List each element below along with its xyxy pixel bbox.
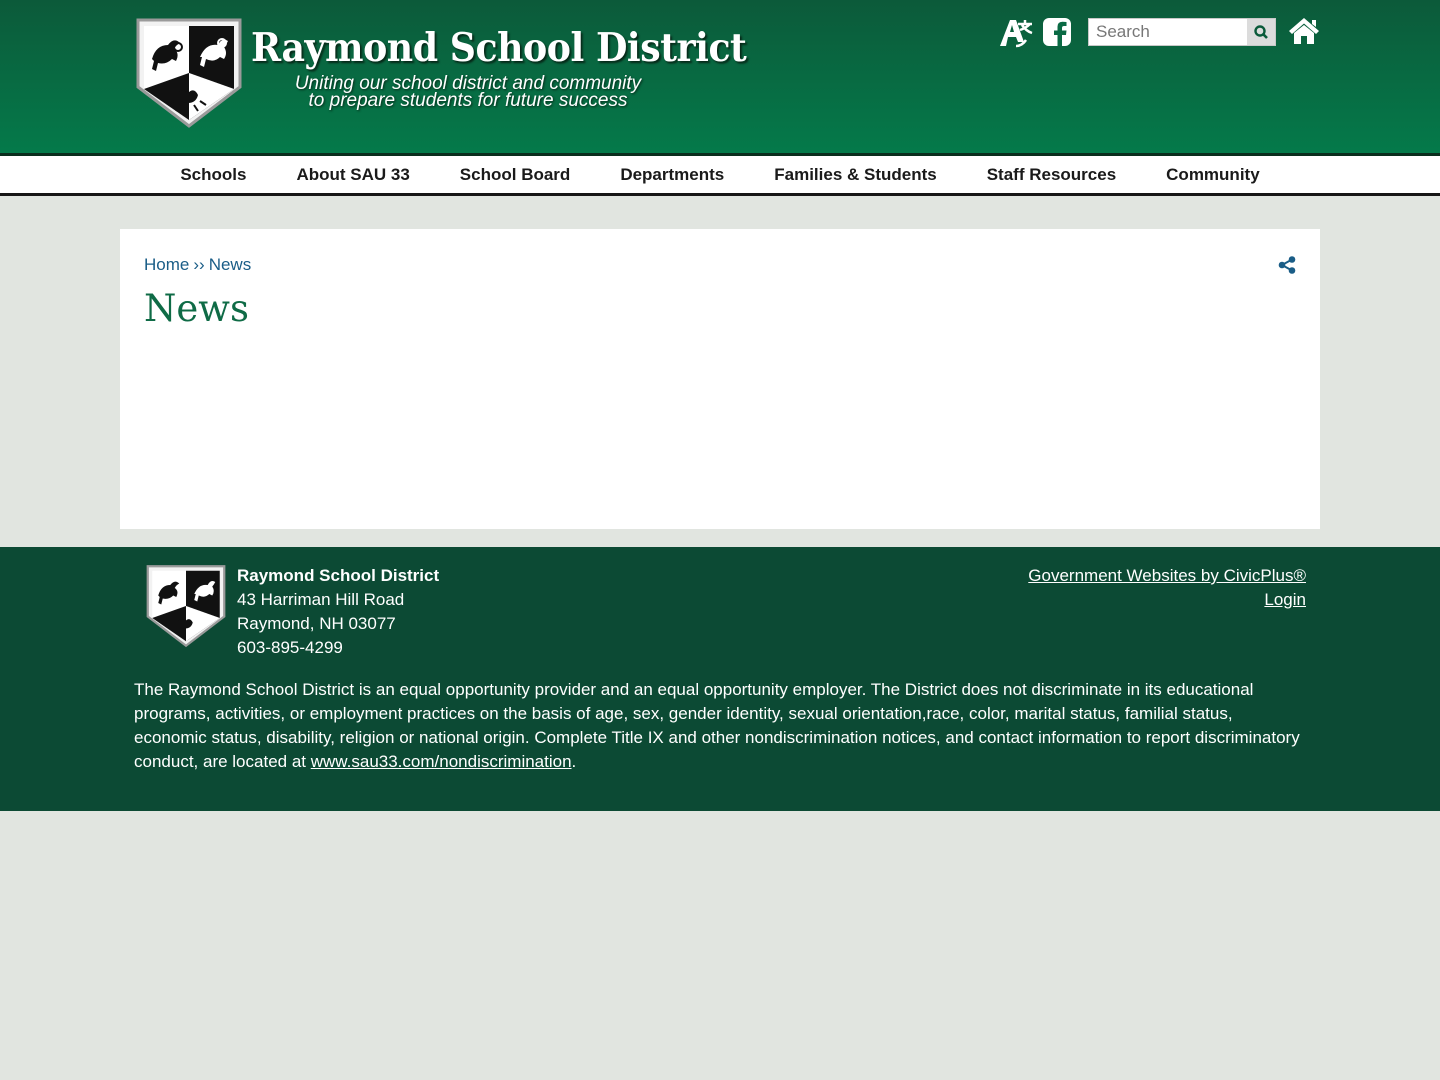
district-crest-icon [136,18,242,128]
site-footer: Raymond School District 43 Harriman Hill… [0,547,1440,811]
utility-bar [998,16,1320,48]
footer-address-line-2: Raymond, NH 03077 [237,614,396,633]
login-link[interactable]: Login [1028,588,1306,612]
footer-links: Government Websites by CivicPlus® Login [1028,564,1306,612]
content-panel: Home ›› News News [120,229,1320,529]
page-title: News [144,287,249,330]
nondiscrimination-link[interactable]: www.sau33.com/nondiscrimination [311,752,572,771]
footer-org-name: Raymond School District [237,566,440,585]
main-navigation: Schools About SAU 33 School Board Depart… [0,156,1440,196]
nav-item-community[interactable]: Community [1141,156,1285,193]
footer-phone: 603-895-4299 [237,638,343,657]
nav-item-school-board[interactable]: School Board [435,156,596,193]
nondiscrimination-notice: The Raymond School District is an equal … [134,678,1304,774]
breadcrumb: Home ›› News [144,255,251,275]
nav-item-about-sau-33[interactable]: About SAU 33 [271,156,434,193]
search-input[interactable] [1089,19,1247,45]
share-icon[interactable] [1277,255,1297,275]
nav-item-families-students[interactable]: Families & Students [749,156,961,193]
nav-item-schools[interactable]: Schools [155,156,271,193]
facebook-icon[interactable] [1042,17,1072,47]
footer-address-line-1: 43 Harriman Hill Road [237,590,405,609]
disclaimer-end: . [571,752,577,771]
search-button[interactable] [1247,19,1275,45]
breadcrumb-current-link[interactable]: News [209,255,252,274]
district-crest-footer-icon [146,565,226,648]
tagline-line-2: to prepare students for future success [308,90,628,111]
home-logo-link[interactable]: Raymond School District Uniting our scho… [134,17,747,129]
nav-item-staff-resources[interactable]: Staff Resources [962,156,1141,193]
nav-item-departments[interactable]: Departments [595,156,749,193]
civicplus-link[interactable]: Government Websites by CivicPlus® [1028,564,1306,588]
site-tagline: Uniting our school district and communit… [268,74,668,111]
site-header: Raymond School District Uniting our scho… [0,0,1440,154]
disclaimer-text: The Raymond School District is an equal … [134,680,1300,771]
footer-address: Raymond School District 43 Harriman Hill… [237,564,439,660]
breadcrumb-separator: ›› [193,255,205,274]
search-box [1088,18,1276,46]
breadcrumb-home-link[interactable]: Home [144,255,189,274]
site-title: Raymond School District [251,25,747,71]
home-icon[interactable] [1288,16,1320,46]
search-icon [1254,24,1268,39]
translate-icon[interactable] [998,16,1034,50]
